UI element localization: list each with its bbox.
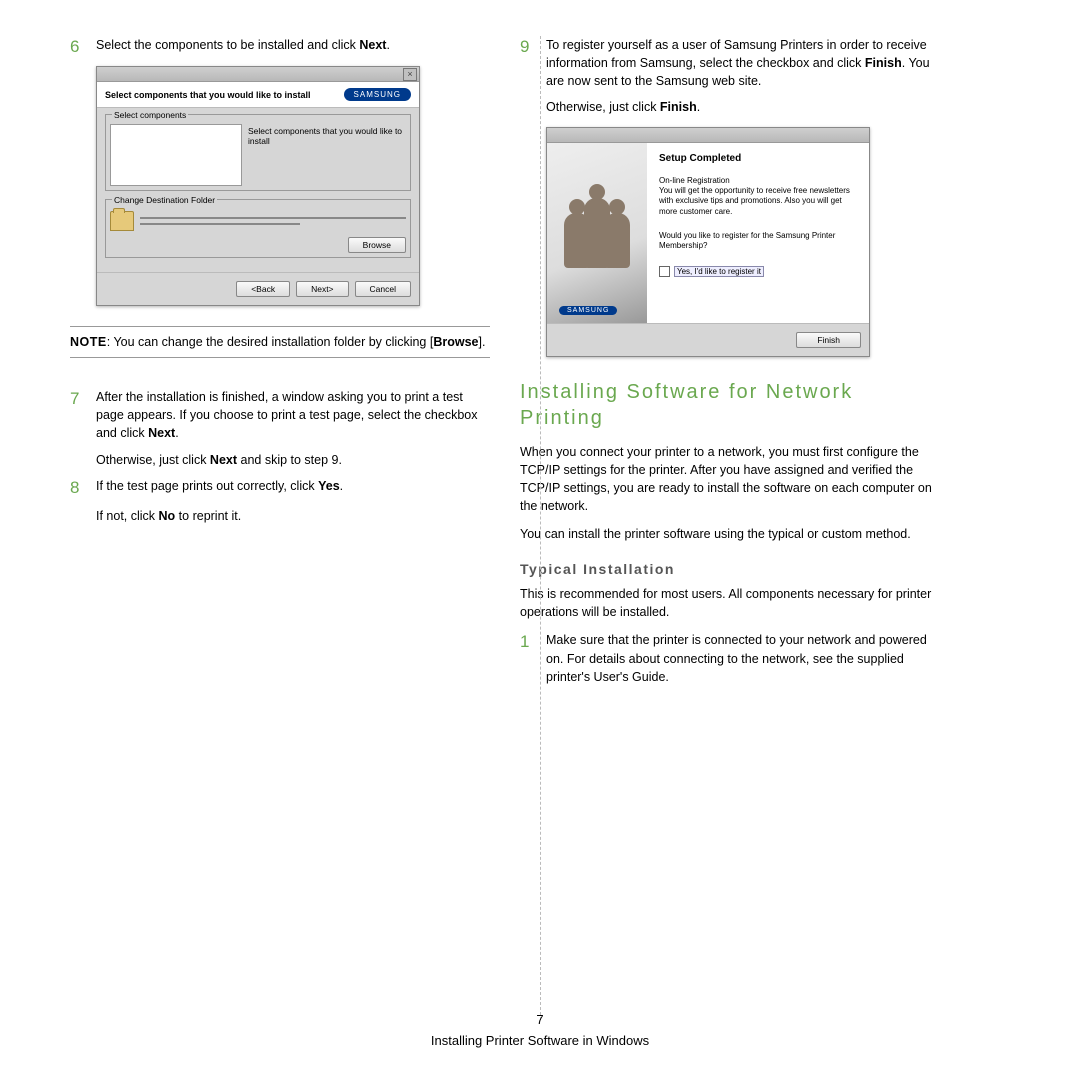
path-line xyxy=(140,217,406,219)
section-heading: Installing Software for Network Printing xyxy=(520,379,940,431)
back-button[interactable]: <Back xyxy=(236,281,290,297)
components-desc: Select components that you would like to… xyxy=(248,124,406,186)
step-9-sub: Otherwise, just click Finish. xyxy=(546,98,940,116)
register-checkbox[interactable] xyxy=(659,266,670,277)
dialog-button-row: <Back Next> Cancel xyxy=(97,272,419,305)
fieldset-label: Change Destination Folder xyxy=(112,195,217,205)
page-footer: 7 Installing Printer Software in Windows xyxy=(0,1010,1080,1052)
samsung-logo: SAMSUNG xyxy=(344,88,411,101)
folder-icon xyxy=(110,211,134,231)
sub-heading: Typical Installation xyxy=(520,561,940,577)
step-8: 8 If the test page prints out correctly,… xyxy=(70,477,490,499)
step-7-sub: Otherwise, just click Next and skip to s… xyxy=(96,451,490,469)
dialog-content: Setup Completed On-line Registration You… xyxy=(647,143,869,323)
person-icon xyxy=(584,198,610,268)
step-number: 8 xyxy=(70,477,84,499)
left-column: 6 Select the components to be installed … xyxy=(70,36,490,694)
dialog-header: Select components that you would like to… xyxy=(97,82,419,108)
paragraph: When you connect your printer to a netwo… xyxy=(520,443,940,516)
right-column: 9 To register yourself as a user of Sams… xyxy=(520,36,940,694)
cancel-button[interactable]: Cancel xyxy=(355,281,411,297)
register-checkbox-row: Yes, I'd like to register it xyxy=(659,266,857,277)
step-8-sub: If not, click No to reprint it. xyxy=(96,507,490,525)
footer-title: Installing Printer Software in Windows xyxy=(0,1031,1080,1052)
step-number: 1 xyxy=(520,631,534,685)
step-text: Select the components to be installed an… xyxy=(96,36,490,58)
fieldset-label: Select components xyxy=(112,110,188,120)
note-label: NOTE xyxy=(70,335,107,349)
step-7: 7 After the installation is finished, a … xyxy=(70,388,490,442)
step-9: 9 To register yourself as a user of Sams… xyxy=(520,36,940,90)
people-graphic xyxy=(559,178,635,268)
column-divider xyxy=(540,36,541,1020)
step-number: 6 xyxy=(70,36,84,58)
path-line xyxy=(140,223,300,225)
paragraph: This is recommended for most users. All … xyxy=(520,585,940,621)
setup-completed-title: Setup Completed xyxy=(659,153,857,164)
step-6: 6 Select the components to be installed … xyxy=(70,36,490,58)
close-icon[interactable]: × xyxy=(403,68,417,81)
registration-heading: On-line Registration xyxy=(659,176,857,186)
components-listbox[interactable] xyxy=(110,124,242,186)
dialog-body: SAMSUNG Setup Completed On-line Registra… xyxy=(547,143,869,323)
dialog-header-text: Select components that you would like to… xyxy=(105,90,311,100)
dialog-button-row: Finish xyxy=(547,323,869,356)
dialog-titlebar: × xyxy=(97,67,419,82)
step-text: Make sure that the printer is connected … xyxy=(546,631,940,685)
samsung-logo: SAMSUNG xyxy=(559,306,617,315)
dialog-graphic-panel: SAMSUNG xyxy=(547,143,647,323)
finish-button[interactable]: Finish xyxy=(796,332,861,348)
step-text: To register yourself as a user of Samsun… xyxy=(546,36,940,90)
installer-dialog-components: × Select components that you would like … xyxy=(96,66,420,306)
fieldset-destination: Change Destination Folder Browse xyxy=(105,199,411,258)
installer-dialog-complete: SAMSUNG Setup Completed On-line Registra… xyxy=(546,127,870,357)
step-1: 1 Make sure that the printer is connecte… xyxy=(520,631,940,685)
register-checkbox-label: Yes, I'd like to register it xyxy=(674,266,764,277)
registration-body: You will get the opportunity to receive … xyxy=(659,186,857,217)
page-number: 7 xyxy=(0,1010,1080,1031)
browse-button[interactable]: Browse xyxy=(348,237,406,253)
dialog-body: Select components Select components that… xyxy=(97,108,419,272)
paragraph: You can install the printer software usi… xyxy=(520,525,940,543)
dialog-titlebar xyxy=(547,128,869,143)
registration-question: Would you like to register for the Samsu… xyxy=(659,231,857,252)
step-text: After the installation is finished, a wi… xyxy=(96,388,490,442)
fieldset-components: Select components Select components that… xyxy=(105,114,411,191)
step-number: 9 xyxy=(520,36,534,90)
next-button[interactable]: Next> xyxy=(296,281,348,297)
note-block: NOTE: You can change the desired install… xyxy=(70,326,490,358)
step-number: 7 xyxy=(70,388,84,442)
step-text: If the test page prints out correctly, c… xyxy=(96,477,490,499)
